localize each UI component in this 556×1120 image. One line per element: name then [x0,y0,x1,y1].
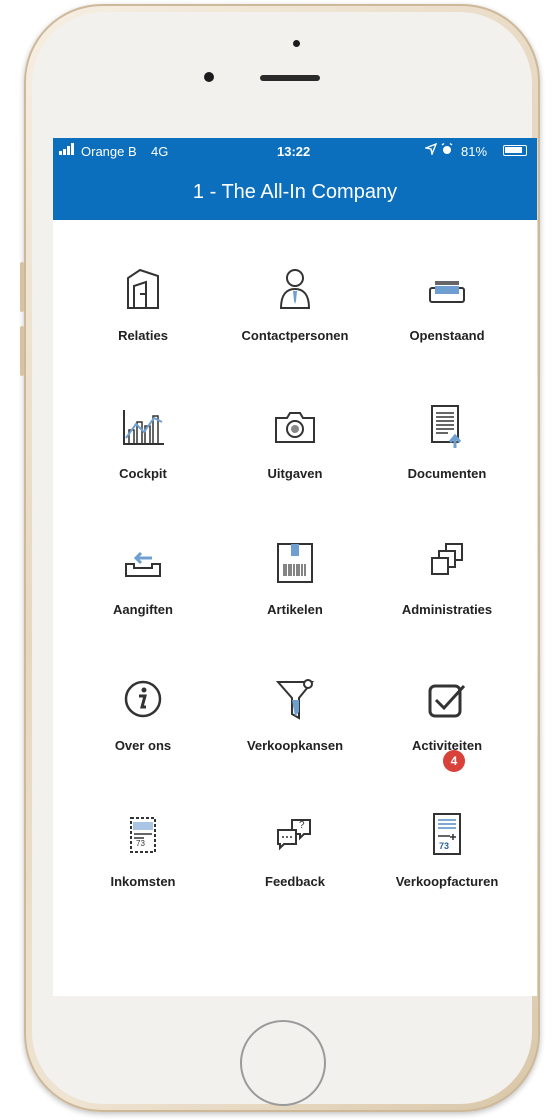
proximity-sensor [293,40,300,47]
camera-icon [270,402,320,452]
outbox-icon [118,538,168,588]
signal-icon [59,143,77,158]
receipt-number: 73 [136,839,145,848]
location-icon [423,142,438,158]
menu-item-inkomsten[interactable]: 73 Inkomsten [68,796,218,906]
menu-item-relaties[interactable]: Relaties [68,250,218,360]
menu-item-label: Aangiften [113,602,173,617]
menu-item-label: Verkoopfacturen [395,874,499,889]
menu-item-label: Contactpersonen [241,328,349,343]
menu-item-label: Over ons [114,738,172,753]
menu-item-feedback[interactable]: ? Feedback [220,796,370,906]
status-bar: Orange B 4G 13:22 81% [53,138,537,164]
menu-item-label: Feedback [265,874,325,889]
menu-item-verkoopfacturen[interactable]: 73 Verkoopfacturen [372,796,522,906]
battery-icon [503,145,527,156]
app-screen: Orange B 4G 13:22 81% 1 - The All-In Com… [53,138,537,996]
menu-item-label: Cockpit [119,466,167,481]
funnel-icon [270,674,320,724]
invoice-number: 73 [439,841,450,851]
menu-item-openstaand[interactable]: Openstaand [372,250,522,360]
chat-bubbles-icon: ? [270,810,320,860]
volume-button [20,262,24,312]
tray-stack-icon [422,264,472,314]
alarm-icon [441,142,453,158]
menu-item-documenten[interactable]: Documenten [372,388,522,498]
menu-item-label: Relaties [118,328,168,343]
clock: 13:22 [277,144,311,159]
battery-percent: 81% [461,144,488,159]
checkbox-icon [422,674,472,724]
barcode-icon [270,538,320,588]
menu-item-aangiften[interactable]: Aangiften [68,524,218,634]
menu-item-label: Inkomsten [110,874,176,889]
menu-item-label: Documenten [407,466,487,481]
menu-item-label: Openstaand [409,328,485,343]
info-icon [118,674,168,724]
notification-badge: 4 [443,750,465,772]
menu-item-artikelen[interactable]: Artikelen [220,524,370,634]
menu-item-cockpit[interactable]: Cockpit [68,388,218,498]
menu-item-label: Uitgaven [267,466,323,481]
volume-button [20,326,24,376]
menu-item-uitgaven[interactable]: Uitgaven [220,388,370,498]
person-icon [270,264,320,314]
receipt-icon: 73 [118,810,168,860]
network-label: 4G [151,144,169,159]
menu-item-verkoopkansen[interactable]: Verkoopkansen [220,660,370,770]
menu-item-label: Administraties [401,602,493,617]
menu-item-label: Activiteiten [411,738,483,753]
chart-icon [118,402,168,452]
document-upload-icon [422,402,472,452]
invoice-icon: 73 [422,810,472,860]
feedback-question-mark: ? [299,820,305,831]
home-button[interactable] [240,1020,326,1106]
building-icon [118,264,168,314]
menu-item-contactpersonen[interactable]: Contactpersonen [220,250,370,360]
stacked-pages-icon [422,538,472,588]
menu-item-label: Verkoopkansen [246,738,344,753]
page-title: 1 - The All-In Company [192,181,398,203]
carrier-label: Orange B [81,144,137,159]
menu-item-over-ons[interactable]: Over ons [68,660,218,770]
menu-item-label: Artikelen [267,602,323,617]
menu-item-administraties[interactable]: Administraties [372,524,522,634]
nav-bar: 1 - The All-In Company [53,164,537,220]
earpiece-speaker [260,75,320,81]
front-camera [204,72,214,82]
